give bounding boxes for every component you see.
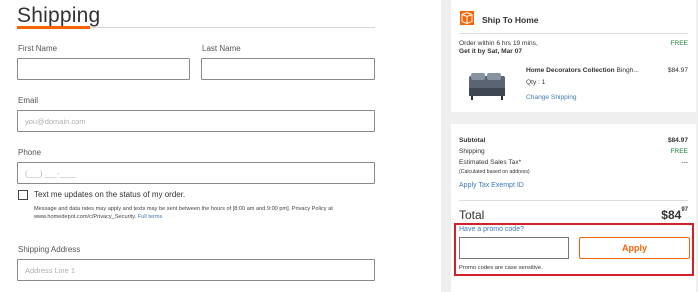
tax-label: Estimated Sales Tax*: [459, 159, 522, 166]
product-name-rest: Bingh...: [616, 67, 639, 74]
subtotal-label: Subtotal: [459, 137, 486, 144]
address-line-1-field[interactable]: Address Line 1: [17, 259, 375, 281]
product-brand: Home Decorators Collection: [526, 67, 615, 74]
phone-field[interactable]: (___) ___-____: [17, 162, 375, 184]
product-name[interactable]: Home Decorators Collection Bingh...: [526, 67, 651, 74]
address-placeholder: Address Line 1: [25, 266, 76, 275]
full-terms-link[interactable]: Full terms: [138, 214, 163, 220]
promo-code-link[interactable]: Have a promo code?: [459, 226, 524, 233]
shipping-address-label: Shipping Address: [18, 245, 81, 254]
product-thumbnail: [467, 70, 507, 102]
sms-disclaimer-text: Message and data rates may apply and tex…: [34, 206, 333, 220]
promo-note: Promo codes are case sensitive.: [459, 265, 543, 271]
total-cents: 97: [681, 207, 688, 213]
ship-to-home-title: Ship To Home: [482, 15, 539, 25]
ship-to-home-card: Ship To Home Order within 6 hrs 19 mins,…: [451, 0, 696, 112]
phone-label: Phone: [18, 148, 42, 157]
first-name-label: First Name: [18, 44, 58, 53]
change-shipping-link[interactable]: Change Shipping: [526, 94, 577, 101]
card-divider: [459, 33, 688, 34]
sms-updates-label: Text me updates on the status of my orde…: [34, 190, 186, 199]
sms-updates-checkbox[interactable]: [18, 190, 28, 200]
order-within-text: Order within 6 hrs 19 mins,: [459, 40, 538, 47]
promo-code-input[interactable]: [459, 237, 569, 259]
total-dollars: $84: [661, 208, 682, 222]
shipping-cost-free: FREE: [670, 40, 688, 47]
tax-note: (Calculated based on address): [459, 169, 530, 175]
shipping-value: FREE: [670, 148, 688, 155]
total-label: Total: [459, 208, 485, 222]
shipping-form: Shipping First Name Last Name Email you@…: [0, 0, 440, 292]
subtotal-value: $84.97: [667, 137, 688, 144]
shipping-label: Shipping: [459, 148, 485, 155]
total-value: $8497: [661, 207, 688, 222]
email-label: Email: [18, 96, 39, 105]
tax-exempt-link[interactable]: Apply Tax Exempt ID: [459, 182, 524, 189]
apply-promo-button[interactable]: Apply: [579, 237, 690, 259]
email-placeholder: you@domain.com: [25, 117, 86, 126]
totals-divider: [459, 200, 688, 201]
last-name-label: Last Name: [202, 44, 241, 53]
product-price: $84.97: [667, 67, 688, 74]
last-name-field[interactable]: [201, 58, 375, 80]
phone-placeholder: (___) ___-____: [25, 169, 77, 178]
promo-code-section: Have a promo code? Apply Promo codes are…: [454, 223, 694, 276]
page-title: Shipping: [17, 4, 101, 27]
title-accent-bar: [17, 26, 90, 29]
first-name-field[interactable]: [17, 58, 190, 80]
product-qty: Qty : 1: [526, 79, 546, 86]
tax-value: ---: [681, 159, 688, 166]
box-icon: [460, 11, 474, 25]
email-field[interactable]: you@domain.com: [17, 110, 375, 132]
sms-disclaimer: Message and data rates may apply and tex…: [34, 205, 364, 221]
delivery-date: Get it by Sat, Mar 07: [459, 48, 523, 55]
